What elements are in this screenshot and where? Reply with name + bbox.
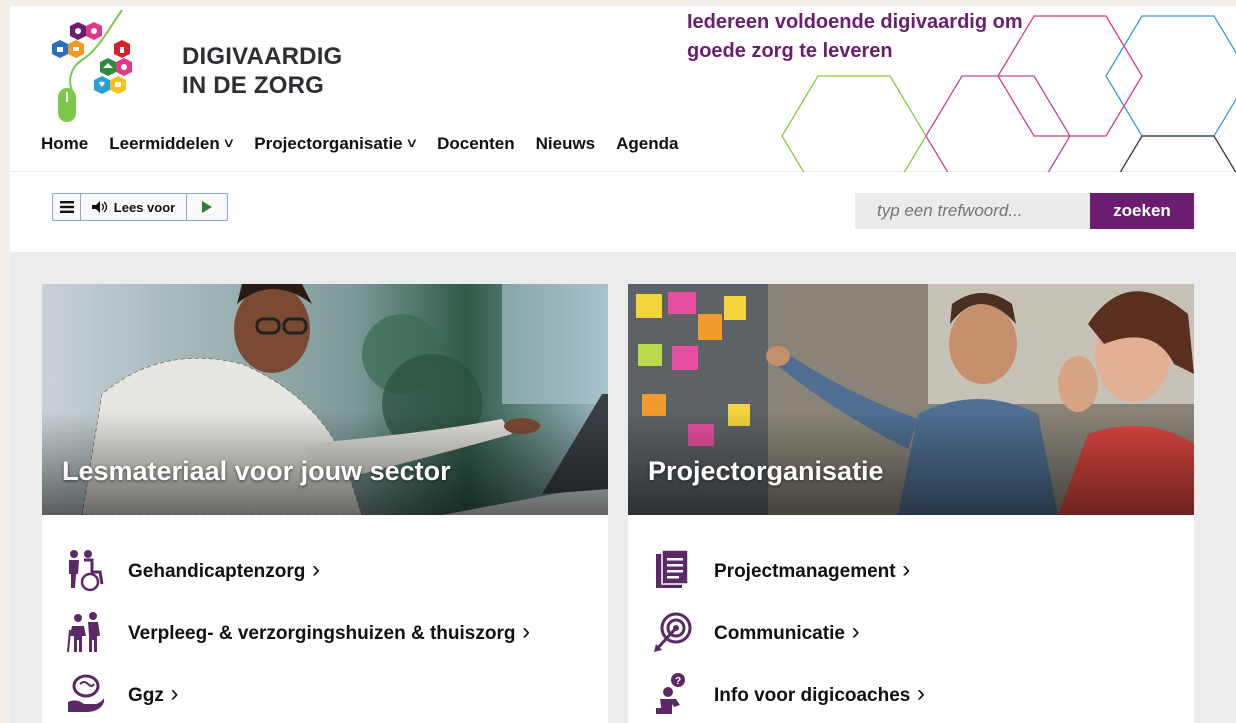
person-question-icon: ? xyxy=(650,672,694,716)
hamburger-icon xyxy=(59,201,74,213)
sector-links: Gehandicaptenzorg Verpleeg- & verzorging… xyxy=(42,515,608,723)
search-button[interactable]: zoeken xyxy=(1090,193,1194,229)
logo-line-2: IN DE ZORG xyxy=(182,72,325,99)
play-button[interactable] xyxy=(187,194,227,220)
card-image-team-board[interactable]: Projectorganisatie xyxy=(628,284,1194,515)
nav-item-nieuws[interactable]: Nieuws xyxy=(536,134,596,154)
logo-hexagons-icon xyxy=(52,9,132,122)
nav-label: Agenda xyxy=(616,134,679,153)
toolbar: Lees voor zoeken xyxy=(10,172,1236,252)
link-ggz[interactable]: Ggz xyxy=(42,663,608,723)
nav-item-agenda[interactable]: Agenda xyxy=(616,134,678,154)
link-label: Projectmanagement xyxy=(714,556,910,584)
nav-label: Home xyxy=(41,134,89,153)
menu-button[interactable] xyxy=(53,194,81,220)
card-lesmateriaal: Lesmateriaal voor jouw sector Gehandicap… xyxy=(42,284,608,723)
document-stack-icon xyxy=(650,548,694,592)
nav-label: Docenten xyxy=(437,134,515,153)
wheelchair-people-icon xyxy=(64,548,108,592)
card-title: Projectorganisatie xyxy=(648,456,884,486)
link-projectmanagement[interactable]: Projectmanagement xyxy=(628,539,1194,601)
main-nav: Home Leermiddelen ∨ Projectorganisatie ∨ D… xyxy=(41,134,699,154)
link-communicatie[interactable]: Communicatie xyxy=(628,601,1194,663)
read-aloud-button[interactable]: Lees voor xyxy=(81,194,187,220)
card-image-woman-laptop[interactable]: Lesmateriaal voor jouw sector xyxy=(42,284,608,515)
chevron-down-icon: ∨ xyxy=(404,135,419,150)
link-label: Communicatie xyxy=(714,618,860,646)
link-info-digicoaches[interactable]: ? Info voor digicoaches xyxy=(628,663,1194,723)
brain-hand-icon xyxy=(64,672,108,716)
link-verpleeg-verzorgingshuizen[interactable]: Verpleeg- & verzorgingshuizen & thuiszor… xyxy=(42,601,608,663)
nav-item-leermiddelen[interactable]: Leermiddelen ∨ xyxy=(109,134,236,154)
speaker-icon xyxy=(91,201,107,213)
nav-item-home[interactable]: Home xyxy=(41,134,88,154)
nav-label: Projectorganisatie xyxy=(254,134,403,153)
project-links: Projectmanagement Communicatie ? Info vo… xyxy=(628,515,1194,723)
logo-text: DIGIVAARDIG IN DE ZORG xyxy=(182,42,342,100)
nav-label: Nieuws xyxy=(535,134,596,153)
nav-item-docenten[interactable]: Docenten xyxy=(437,134,514,154)
card-title: Lesmateriaal voor jouw sector xyxy=(62,456,451,486)
nav-label: Leermiddelen xyxy=(109,134,220,153)
main-content: Lesmateriaal voor jouw sector Gehandicap… xyxy=(10,252,1236,723)
read-aloud-bar: Lees voor xyxy=(52,193,228,221)
site-logo[interactable]: DIGIVAARDIG IN DE ZORG xyxy=(38,9,342,128)
elderly-care-icon xyxy=(64,610,108,654)
nav-item-projectorganisatie[interactable]: Projectorganisatie ∨ xyxy=(254,134,419,154)
site-header: DIGIVAARDIG IN DE ZORG Iedereen voldoend… xyxy=(10,6,1236,174)
card-projectorganisatie: Projectorganisatie Projectmanagement Com… xyxy=(628,284,1194,723)
link-label: Info voor digicoaches xyxy=(714,680,925,708)
chevron-down-icon: ∨ xyxy=(221,135,236,150)
link-label: Verpleeg- & verzorgingshuizen & thuiszor… xyxy=(128,618,530,646)
search-input[interactable] xyxy=(855,193,1090,229)
link-label: Gehandicaptenzorg xyxy=(128,556,320,584)
decorative-hexagons xyxy=(781,15,1236,174)
logo-line-1: DIGIVAARDIG xyxy=(182,43,343,70)
svg-text:?: ? xyxy=(675,676,681,687)
link-label: Ggz xyxy=(128,680,179,708)
page: DIGIVAARDIG IN DE ZORG Iedereen voldoend… xyxy=(10,6,1236,723)
read-aloud-label: Lees voor xyxy=(113,199,176,215)
play-icon xyxy=(202,201,212,213)
target-arrow-icon xyxy=(650,610,694,654)
link-gehandicaptenzorg[interactable]: Gehandicaptenzorg xyxy=(42,539,608,601)
